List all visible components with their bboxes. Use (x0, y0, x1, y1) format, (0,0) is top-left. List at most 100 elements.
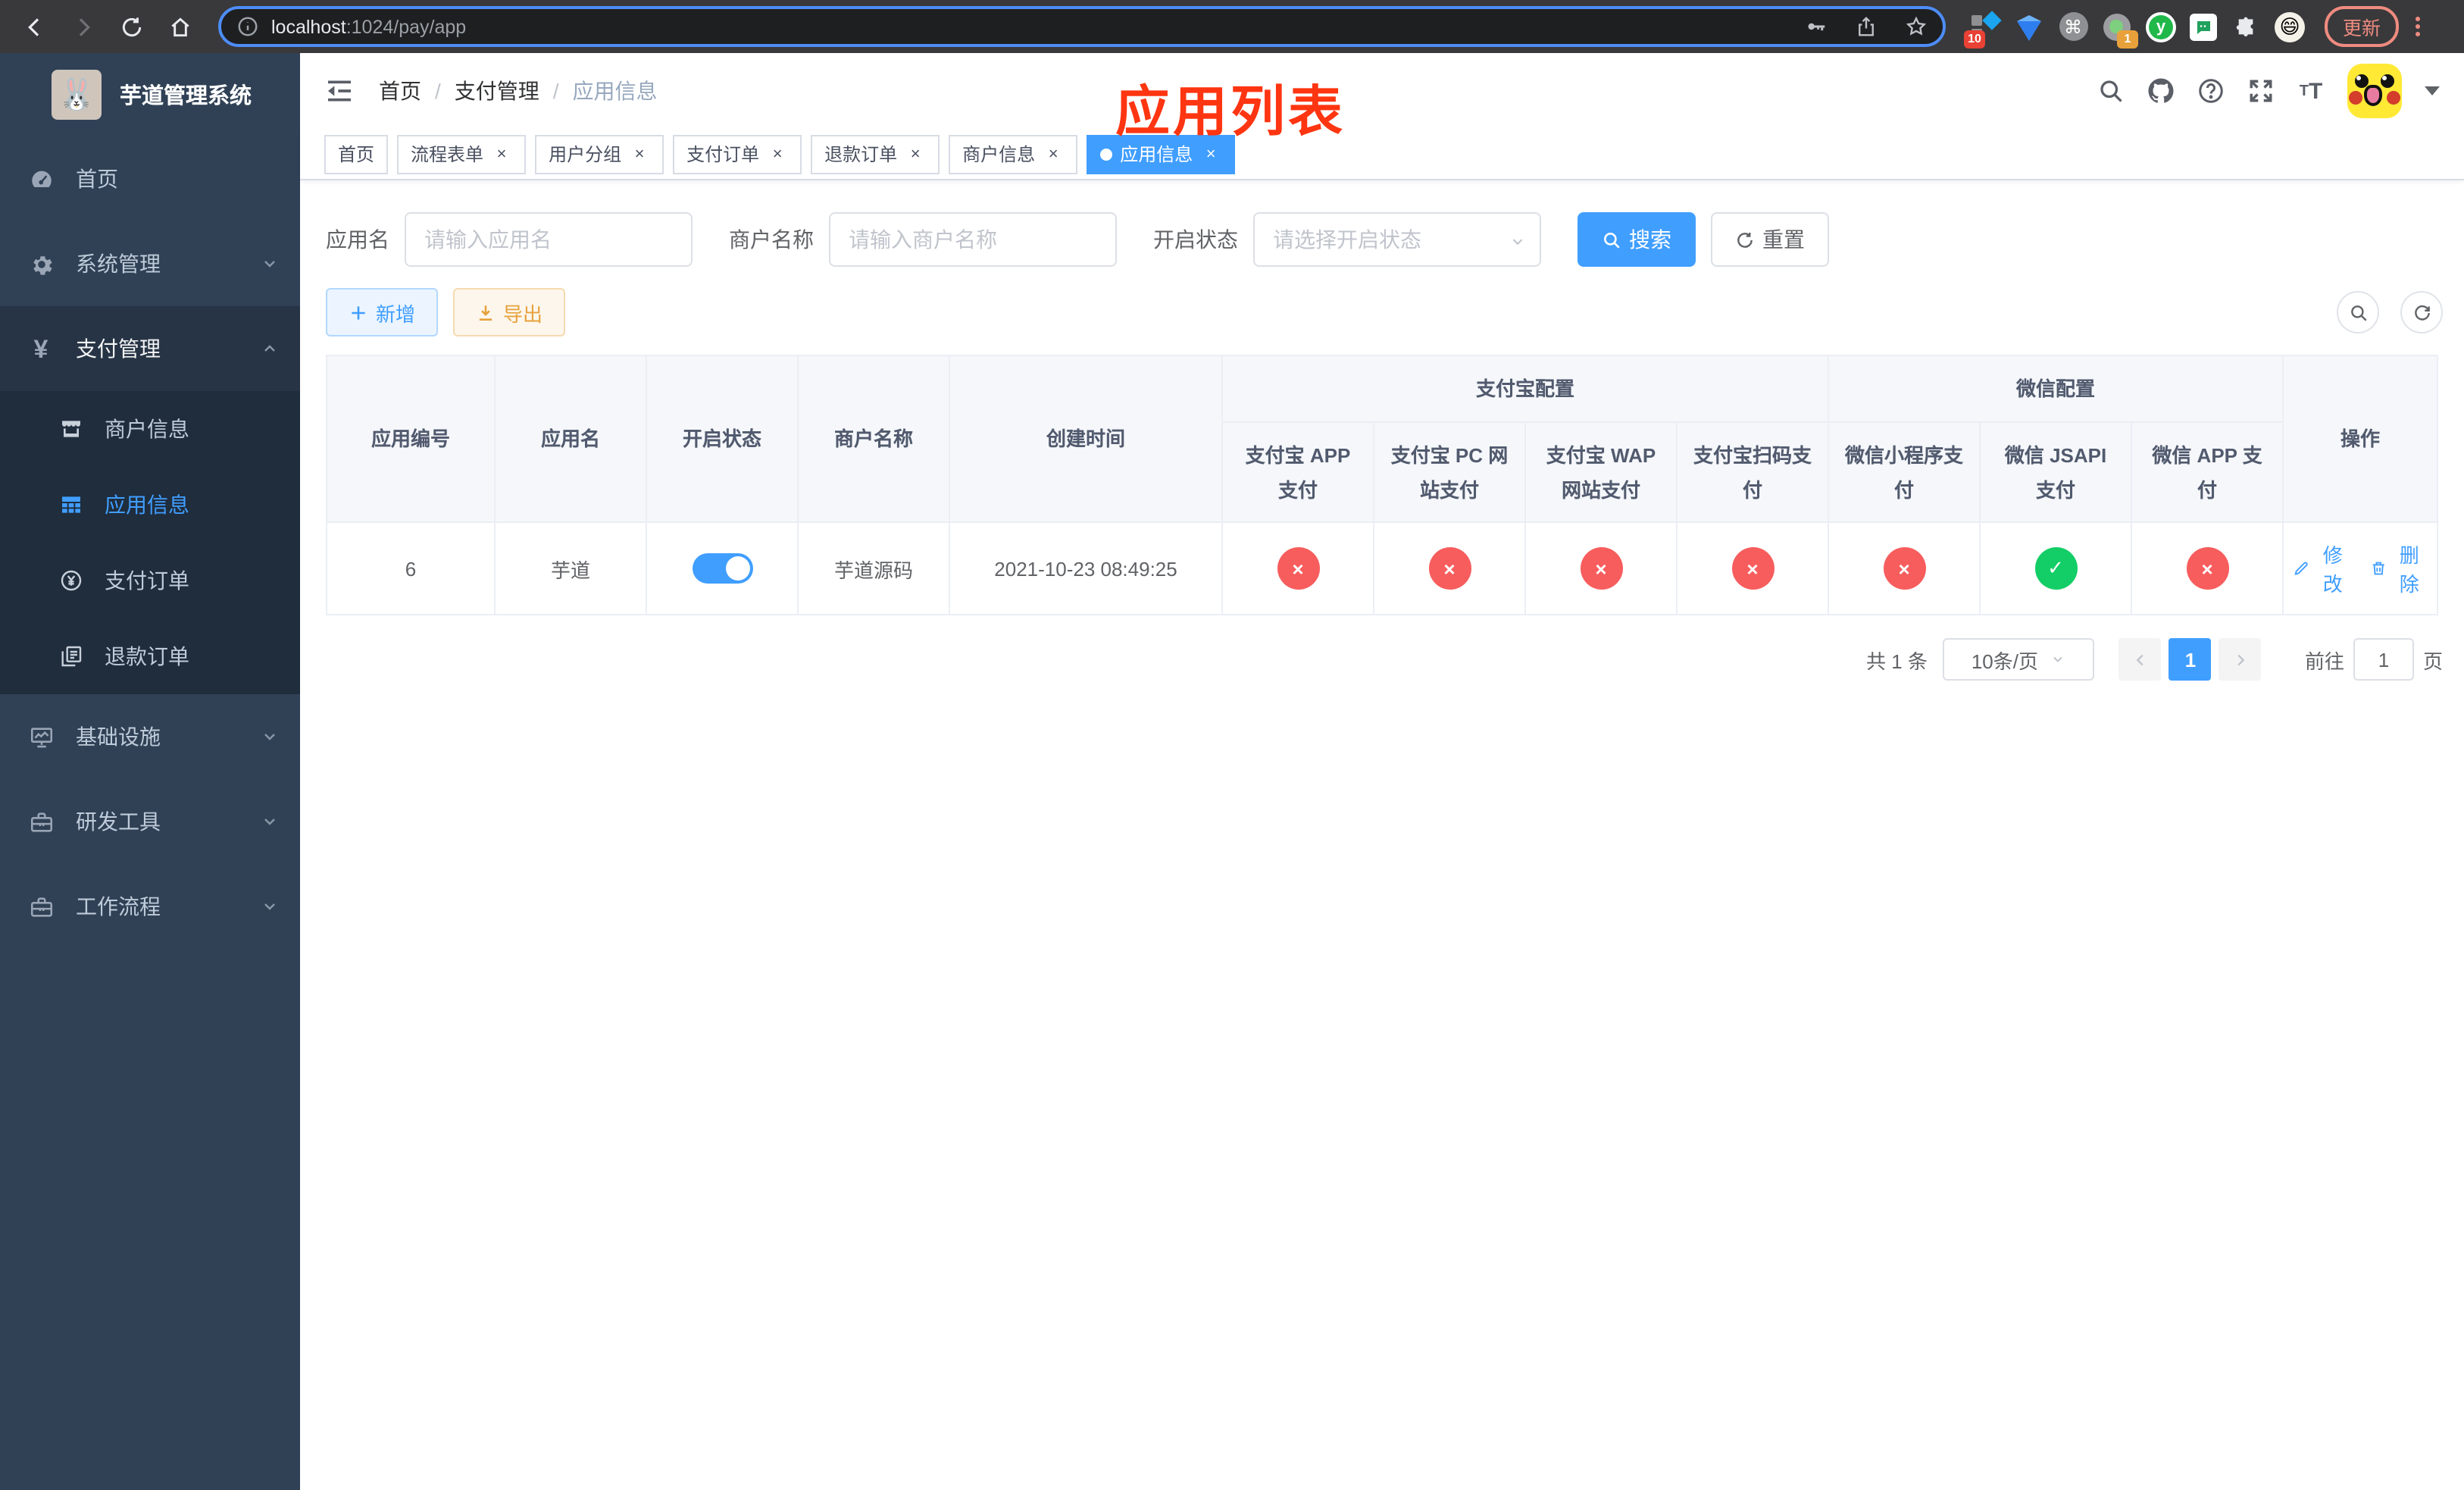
next-page-button[interactable] (2219, 638, 2262, 681)
export-button[interactable]: 导出 (453, 288, 566, 337)
tag-refund-orders[interactable]: 退款订单 × (811, 134, 940, 174)
col-header-merchant: 商户名称 (797, 355, 950, 523)
tag-label: 退款订单 (824, 144, 898, 165)
bookmark-star-icon[interactable] (1905, 15, 1928, 38)
tag-pay-orders[interactable]: 支付订单 × (673, 134, 802, 174)
tag-user-group[interactable]: 用户分组 × (535, 134, 664, 174)
browser-home-icon[interactable] (161, 7, 200, 46)
status-label: 开启状态 (1153, 227, 1238, 252)
browser-profile-avatar[interactable]: 😄 (2275, 11, 2305, 42)
tag-label: 用户分组 (549, 144, 622, 165)
status-select[interactable]: 请选择开启状态 (1253, 212, 1541, 267)
sidebar-item-system[interactable]: 系统管理 (0, 221, 300, 306)
page-size-select[interactable]: 10条/页 (1942, 638, 2094, 681)
close-icon[interactable]: × (767, 143, 788, 164)
browser-update-button[interactable]: 更新 (2325, 6, 2400, 47)
disabled-cross-icon: × (1580, 547, 1622, 590)
chevron-down-icon (264, 819, 275, 825)
breadcrumb-payment[interactable]: 支付管理 (455, 76, 539, 106)
extension-area: 10 ⌘ 1 y 😄 更新 (1964, 6, 2421, 48)
sidebar-item-dev-tools[interactable]: 研发工具 (0, 779, 300, 864)
extension-yudao-icon[interactable]: y (2146, 11, 2176, 42)
search-button[interactable]: 搜索 (1578, 212, 1696, 267)
share-icon[interactable] (1855, 15, 1878, 38)
top-navbar: 首页 / 支付管理 / 应用信息 TT (300, 53, 2464, 129)
browser-menu-icon[interactable] (2416, 17, 2421, 36)
tag-label: 首页 (338, 144, 375, 165)
tag-process-form[interactable]: 流程表单 × (397, 134, 527, 174)
extension-gem-icon[interactable] (2014, 11, 2044, 42)
chevron-down-icon (264, 261, 275, 268)
extensions-puzzle-icon[interactable] (2231, 11, 2261, 42)
sidebar-item-app-info[interactable]: 应用信息 (0, 467, 300, 543)
cell-actions: 修改 删除 (2282, 521, 2439, 615)
help-icon[interactable] (2197, 77, 2225, 105)
github-icon[interactable] (2147, 77, 2175, 105)
status-cell-wechat-lite: × (1828, 521, 1981, 615)
sidebar-item-label: 商户信息 (105, 417, 189, 441)
tags-view-bar: 首页 流程表单 × 用户分组 × 支付订单 × 退款订单 × 商户信息 × 应用信息 × (300, 129, 2464, 180)
reset-button[interactable]: 重置 (1711, 212, 1829, 267)
merchant-name-input[interactable] (829, 212, 1117, 267)
pagination: 共 1 条 10条/页 1 前往 页 (300, 638, 2443, 681)
col-group-wechat: 微信配置 (1828, 355, 2284, 423)
delete-link[interactable]: 删除 (2369, 540, 2428, 597)
app-table: 应用编号 应用名 开启状态 商户名称 创建时间 支付宝配置 微信配置 操作 支付… (326, 355, 2439, 615)
cell-app-name: 芋道 (494, 521, 647, 615)
prev-page-button[interactable] (2118, 638, 2162, 681)
extension-command-icon[interactable]: ⌘ (2058, 11, 2088, 42)
extension-badge: 1 (2117, 30, 2138, 48)
tag-label: 流程表单 (411, 144, 484, 165)
tag-merchant-info[interactable]: 商户信息 × (949, 134, 1078, 174)
font-size-icon[interactable]: TT (2297, 77, 2325, 105)
close-icon[interactable]: × (1043, 143, 1064, 164)
extension-chat-icon[interactable] (2190, 13, 2217, 40)
browser-forward-icon[interactable] (64, 7, 103, 46)
refresh-table-button[interactable] (2400, 291, 2443, 333)
fullscreen-icon[interactable] (2247, 77, 2275, 105)
edit-link[interactable]: 修改 (2293, 540, 2351, 597)
status-toggle[interactable] (692, 553, 752, 584)
goto-page-input[interactable] (2353, 638, 2414, 681)
active-dot (1100, 148, 1113, 160)
browser-reload-icon[interactable] (112, 7, 152, 46)
extension-blue-diamond-icon[interactable]: 10 (1964, 10, 2002, 48)
app-title: 芋道管理系统 (120, 85, 252, 109)
sidebar-item-refund-orders[interactable]: 退款订单 (0, 618, 300, 694)
browser-back-icon[interactable] (15, 7, 55, 46)
yen-circle-icon (58, 568, 83, 593)
toggle-search-button[interactable] (2337, 291, 2379, 333)
table-row: 6 芋道 芋道源码 2021-10-23 08:49:25 × × × × × … (326, 521, 2439, 615)
sidebar-item-payment[interactable]: ¥ 支付管理 (0, 306, 300, 391)
sidebar-collapse-icon[interactable] (324, 76, 355, 106)
site-info-icon[interactable] (236, 15, 259, 38)
annotation-app-list: 应用列表 (1115, 80, 1346, 142)
sidebar-item-pay-orders[interactable]: 支付订单 (0, 543, 300, 618)
disabled-cross-icon: × (1731, 547, 1774, 590)
tag-home[interactable]: 首页 (324, 134, 389, 174)
address-bar[interactable]: localhost:1024/pay/app (218, 6, 1946, 47)
add-button[interactable]: 新增 (326, 288, 439, 337)
app-logo-row[interactable]: 🐰 芋道管理系统 (0, 53, 300, 136)
close-icon[interactable]: × (905, 143, 926, 164)
sidebar-item-infrastructure[interactable]: 基础设施 (0, 694, 300, 779)
avatar-caret-icon[interactable] (2425, 86, 2440, 95)
sidebar-item-label: 支付订单 (105, 568, 189, 593)
col-header-actions: 操作 (2282, 355, 2439, 523)
page-number-button[interactable]: 1 (2169, 638, 2212, 681)
sidebar-item-workflow[interactable]: 工作流程 (0, 864, 300, 949)
sidebar-item-home[interactable]: 首页 (0, 136, 300, 221)
gear-icon (27, 250, 55, 277)
close-icon[interactable]: × (491, 143, 512, 164)
app-name-input[interactable] (405, 212, 693, 267)
extension-camera-icon[interactable]: 1 (2102, 11, 2138, 48)
col-header-alipay-app: 支付宝 APP 支付 (1221, 421, 1374, 523)
breadcrumb-home[interactable]: 首页 (379, 76, 421, 106)
user-avatar[interactable] (2347, 64, 2402, 118)
sidebar-item-merchant-info[interactable]: 商户信息 (0, 391, 300, 467)
close-icon[interactable]: × (629, 143, 650, 164)
disabled-cross-icon: × (1277, 547, 1319, 590)
chevron-down-icon (2053, 656, 2062, 662)
search-icon[interactable] (2097, 77, 2125, 105)
password-key-icon[interactable] (1805, 15, 1828, 38)
